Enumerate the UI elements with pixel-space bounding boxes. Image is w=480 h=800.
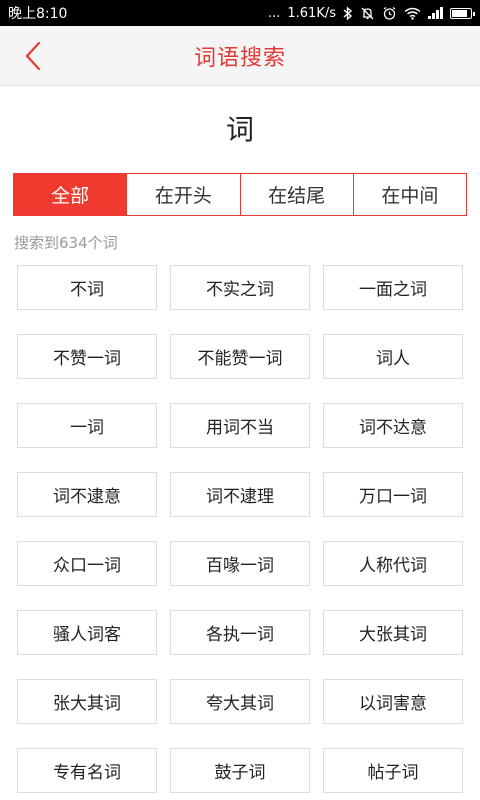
word-grid: 不词 不实之词 一面之词不赞一词 不能赞一词 词人一词 用词不当 词不达意词不逮意 词不逮理万… xyxy=(17,265,463,793)
signal-icon xyxy=(428,7,443,19)
mute-icon xyxy=(360,5,375,21)
word-item[interactable]: 不词 xyxy=(17,265,157,310)
battery-level xyxy=(452,9,467,17)
word-item[interactable]: 词不达意 xyxy=(323,403,463,448)
word-item[interactable]: 不实之词 xyxy=(170,265,310,310)
bluetooth-icon xyxy=(343,5,353,21)
battery-icon xyxy=(450,7,475,19)
alarm-icon xyxy=(382,5,397,21)
search-query: 词 xyxy=(225,113,254,146)
word-item[interactable]: 众口一词 xyxy=(17,541,157,586)
word-item[interactable]: 不赞一词 xyxy=(17,334,157,379)
word-item[interactable]: 帖子词 xyxy=(323,748,463,793)
page-title: 词语搜索 xyxy=(193,45,286,71)
status-icons: ... 1.61K/s xyxy=(267,5,475,21)
tab-at-start[interactable]: 在开头 xyxy=(126,174,239,215)
word-item[interactable]: 以词害意 xyxy=(323,679,463,724)
word-item[interactable]: 张大其词 xyxy=(17,679,157,724)
word-item[interactable]: 夸大其词 xyxy=(170,679,310,724)
status-dots: ... xyxy=(267,5,281,21)
chevron-left-icon xyxy=(25,41,41,71)
result-count: 搜索到634个词 xyxy=(14,234,118,252)
tab-at-end[interactable]: 在结尾 xyxy=(239,174,353,215)
filter-tabs: 全部 在开头 在结尾 在中间 xyxy=(13,173,467,216)
word-item[interactable]: 一词 xyxy=(17,403,157,448)
word-item[interactable]: 各执一词 xyxy=(170,610,310,655)
word-item[interactable]: 大张其词 xyxy=(323,610,463,655)
network-speed: 1.61K/s xyxy=(287,5,336,21)
back-button[interactable] xyxy=(14,38,52,74)
word-item[interactable]: 词人 xyxy=(323,334,463,379)
tab-in-middle[interactable]: 在中间 xyxy=(352,174,466,215)
word-item[interactable]: 词不逮理 xyxy=(170,472,310,517)
status-bar: 晚上8:10 ... 1.61K/s xyxy=(0,0,480,26)
word-item[interactable]: 一面之词 xyxy=(323,265,463,310)
tab-all[interactable]: 全部 xyxy=(14,174,127,215)
word-item[interactable]: 百喙一词 xyxy=(170,541,310,586)
word-item[interactable]: 不能赞一词 xyxy=(170,334,310,379)
word-item[interactable]: 用词不当 xyxy=(170,403,310,448)
title-bar: 词语搜索 xyxy=(0,26,480,86)
word-item[interactable]: 骚人词客 xyxy=(17,610,157,655)
word-item[interactable]: 专有名词 xyxy=(17,748,157,793)
word-item[interactable]: 万口一词 xyxy=(323,472,463,517)
word-item[interactable]: 词不逮意 xyxy=(17,472,157,517)
wifi-icon xyxy=(404,5,421,21)
word-item[interactable]: 人称代词 xyxy=(323,541,463,586)
word-item[interactable]: 鼓子词 xyxy=(170,748,310,793)
status-time: 晚上8:10 xyxy=(8,6,68,22)
